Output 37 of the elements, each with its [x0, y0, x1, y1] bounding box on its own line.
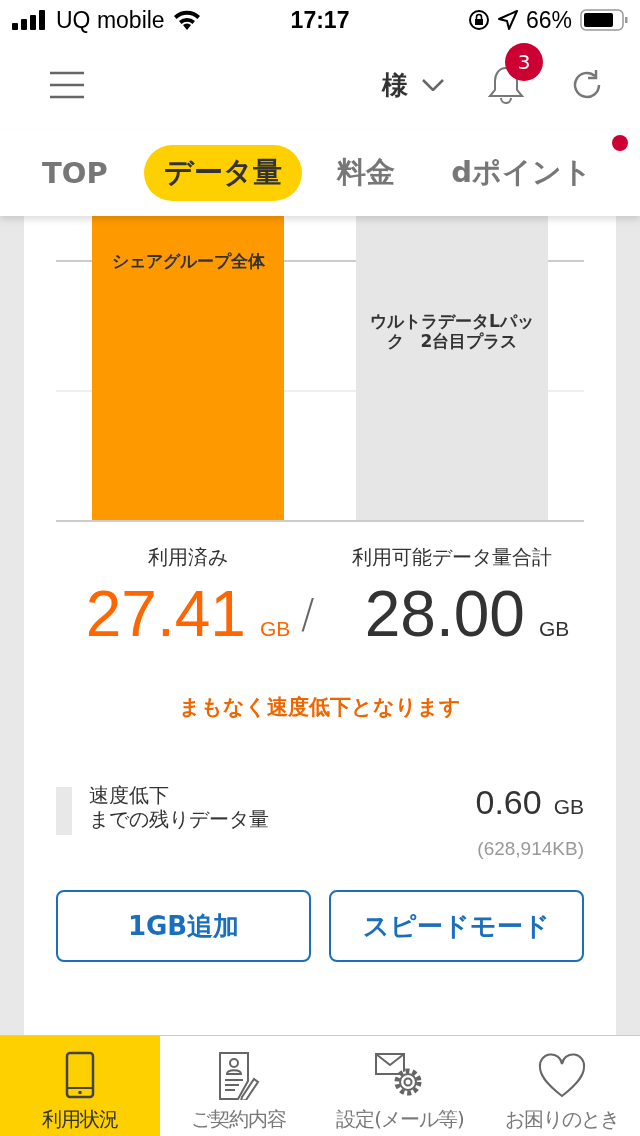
tab[interactable]: 料金 — [317, 145, 416, 201]
battery-icon — [580, 9, 628, 31]
action-button[interactable]: スピードモード — [329, 890, 584, 962]
action-button[interactable]: 1GB追加 — [56, 890, 311, 962]
nav-item[interactable]: お困りのとき — [484, 1036, 640, 1136]
heart-icon — [536, 1050, 588, 1100]
signal-icon — [12, 10, 48, 30]
warning-text: まもなく速度低下となります — [178, 694, 462, 721]
menu-icon[interactable] — [50, 71, 84, 99]
unit-label: GB — [538, 617, 570, 641]
honorific-label: 様 — [382, 68, 408, 102]
nav-item[interactable]: ご契約内容 — [160, 1036, 316, 1136]
tab[interactable]: dポイント — [431, 145, 612, 201]
total-label: 利用可能データ量合計 — [351, 544, 553, 571]
nav-item[interactable]: 設定(メール等) — [316, 1036, 484, 1136]
carrier-name: UQ mobile — [56, 6, 165, 34]
remaining-kb: (628,914KB) — [477, 838, 584, 860]
remaining-value: 0.60 — [475, 783, 542, 822]
total-value: 28.00 — [364, 577, 525, 651]
nav-item[interactable]: 利用状況 — [0, 1036, 160, 1136]
used-value: 27.41 — [85, 577, 246, 651]
unit-label: GB — [259, 617, 291, 641]
used-label: 利用済み — [147, 544, 229, 571]
rotation-lock-icon — [467, 9, 490, 31]
location-icon — [497, 10, 518, 30]
clock-time: 17:17 — [290, 6, 350, 34]
battery-percent: 66% — [525, 6, 572, 34]
bar-label: ウルトラデータLパック 2台目プラス — [369, 312, 535, 353]
chevron-down-icon[interactable] — [422, 79, 444, 91]
separator: / — [301, 591, 315, 637]
wifi-icon — [172, 10, 201, 30]
bar-label: シェアグループ全体 — [110, 252, 266, 273]
unit-label: GB — [553, 795, 584, 819]
tab[interactable]: TOP — [22, 148, 128, 198]
notification-badge: 3 — [505, 43, 543, 81]
tab[interactable]: データ量 — [143, 145, 302, 201]
remaining-label: 速度低下 までの残りデータ量 — [89, 783, 269, 831]
